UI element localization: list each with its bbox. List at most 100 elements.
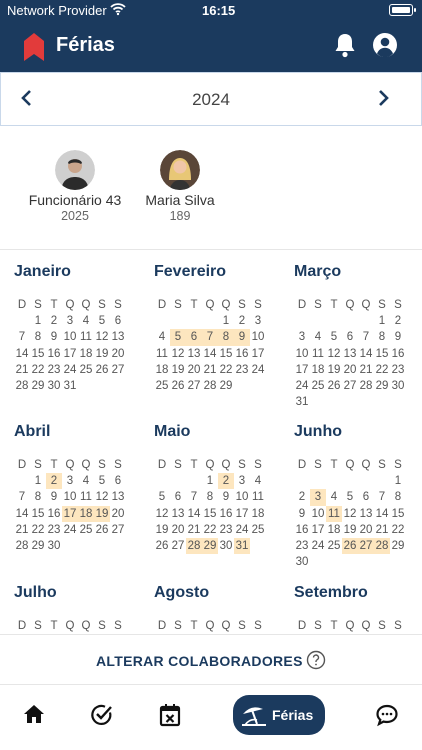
day-cell[interactable]: 19 [170,362,186,378]
day-cell[interactable]: 23 [390,362,406,378]
vacation-day-cell[interactable]: 5 [170,329,186,346]
day-cell[interactable]: 24 [234,522,250,538]
day-cell[interactable]: 3 [62,634,78,635]
vacation-day-cell[interactable]: 6 [186,329,202,346]
day-cell[interactable]: 12 [170,346,186,362]
day-cell[interactable]: 27 [186,378,202,394]
day-cell[interactable]: 2 [310,634,326,635]
day-cell[interactable]: 6 [110,634,126,635]
day-cell[interactable]: 8 [390,489,406,505]
day-cell[interactable]: 9 [390,329,406,345]
day-cell[interactable]: 17 [310,522,326,538]
day-cell[interactable]: 3 [326,634,342,635]
day-cell[interactable]: 19 [154,522,170,538]
day-cell[interactable]: 16 [234,346,250,362]
day-cell[interactable]: 23 [46,362,62,378]
day-cell[interactable]: 16 [46,346,62,362]
day-cell[interactable]: 21 [14,362,30,378]
day-cell[interactable]: 16 [390,346,406,362]
day-cell[interactable]: 8 [202,489,218,505]
day-cell[interactable]: 1 [218,313,234,329]
day-cell[interactable]: 27 [110,362,126,378]
day-cell[interactable]: 13 [110,489,126,505]
day-cell[interactable]: 21 [358,362,374,378]
day-cell[interactable]: 6 [358,489,374,505]
day-cell[interactable]: 17 [62,346,78,362]
day-cell[interactable]: 23 [46,522,62,538]
day-cell[interactable]: 1 [390,473,406,489]
day-cell[interactable]: 27 [110,522,126,538]
day-cell[interactable]: 14 [374,506,390,522]
day-cell[interactable]: 4 [250,473,266,489]
day-cell[interactable]: 28 [14,538,30,554]
day-cell[interactable]: 1 [30,473,46,489]
vacation-day-cell[interactable]: 8 [218,329,234,346]
day-cell[interactable]: 5 [342,489,358,505]
day-cell[interactable]: 20 [186,362,202,378]
vacation-day-cell[interactable]: 3 [310,489,326,506]
day-cell[interactable]: 8 [374,329,390,345]
day-cell[interactable]: 5 [94,634,110,635]
day-cell[interactable]: 7 [390,634,406,635]
next-year-chevron-icon[interactable] [373,88,393,113]
vacation-day-cell[interactable]: 28 [374,537,390,555]
day-cell[interactable]: 31 [294,394,310,410]
day-cell[interactable]: 11 [310,346,326,362]
day-cell[interactable]: 10 [62,489,78,505]
day-cell[interactable]: 30 [46,378,62,394]
day-cell[interactable]: 18 [326,522,342,538]
nav-item-vacation[interactable]: Férias [233,695,325,735]
day-cell[interactable]: 7 [14,329,30,345]
day-cell[interactable]: 27 [342,378,358,394]
day-cell[interactable]: 7 [14,489,30,505]
day-cell[interactable]: 16 [218,506,234,522]
day-cell[interactable]: 11 [250,489,266,505]
day-cell[interactable]: 9 [46,329,62,345]
home-icon[interactable] [23,703,45,730]
day-cell[interactable]: 22 [218,362,234,378]
day-cell[interactable]: 28 [14,378,30,394]
day-cell[interactable]: 22 [390,522,406,538]
day-cell[interactable]: 23 [234,362,250,378]
day-cell[interactable]: 11 [154,346,170,362]
vacation-day-cell[interactable]: 2 [218,473,234,490]
day-cell[interactable]: 6 [374,634,390,635]
day-cell[interactable]: 15 [218,346,234,362]
day-cell[interactable]: 7 [358,329,374,345]
day-cell[interactable]: 10 [310,506,326,522]
day-cell[interactable]: 15 [30,346,46,362]
day-cell[interactable]: 30 [390,378,406,394]
day-cell[interactable]: 2 [234,634,250,635]
vacation-day-cell[interactable]: 19 [94,505,110,522]
chat-bubble-icon[interactable] [375,703,399,732]
day-cell[interactable]: 4 [78,634,94,635]
day-cell[interactable]: 20 [342,362,358,378]
day-cell[interactable]: 22 [202,522,218,538]
day-cell[interactable]: 20 [170,522,186,538]
day-cell[interactable]: 1 [218,634,234,635]
day-cell[interactable]: 22 [30,522,46,538]
day-cell[interactable]: 5 [154,489,170,505]
day-cell[interactable]: 16 [46,506,62,522]
vacation-day-cell[interactable]: 17 [62,505,78,522]
day-cell[interactable]: 19 [326,362,342,378]
day-cell[interactable]: 2 [46,634,62,635]
day-cell[interactable]: 4 [326,489,342,505]
day-cell[interactable]: 3 [62,313,78,329]
day-cell[interactable]: 29 [30,378,46,394]
day-cell[interactable]: 19 [94,346,110,362]
day-cell[interactable]: 3 [294,329,310,345]
day-cell[interactable]: 14 [202,346,218,362]
day-cell[interactable]: 8 [30,329,46,345]
vacation-day-cell[interactable]: 31 [234,537,250,555]
day-cell[interactable]: 12 [94,489,110,505]
day-cell[interactable]: 21 [374,522,390,538]
employee-card[interactable]: Maria Silva 189 [130,150,230,223]
day-cell[interactable]: 4 [154,329,170,345]
employee-card[interactable]: Funcionário 43 2025 [20,150,130,223]
day-cell[interactable]: 26 [154,538,170,554]
day-cell[interactable]: 24 [62,522,78,538]
vacation-day-cell[interactable]: 28 [186,537,202,555]
day-cell[interactable]: 18 [250,506,266,522]
help-circle-icon[interactable] [306,650,326,675]
